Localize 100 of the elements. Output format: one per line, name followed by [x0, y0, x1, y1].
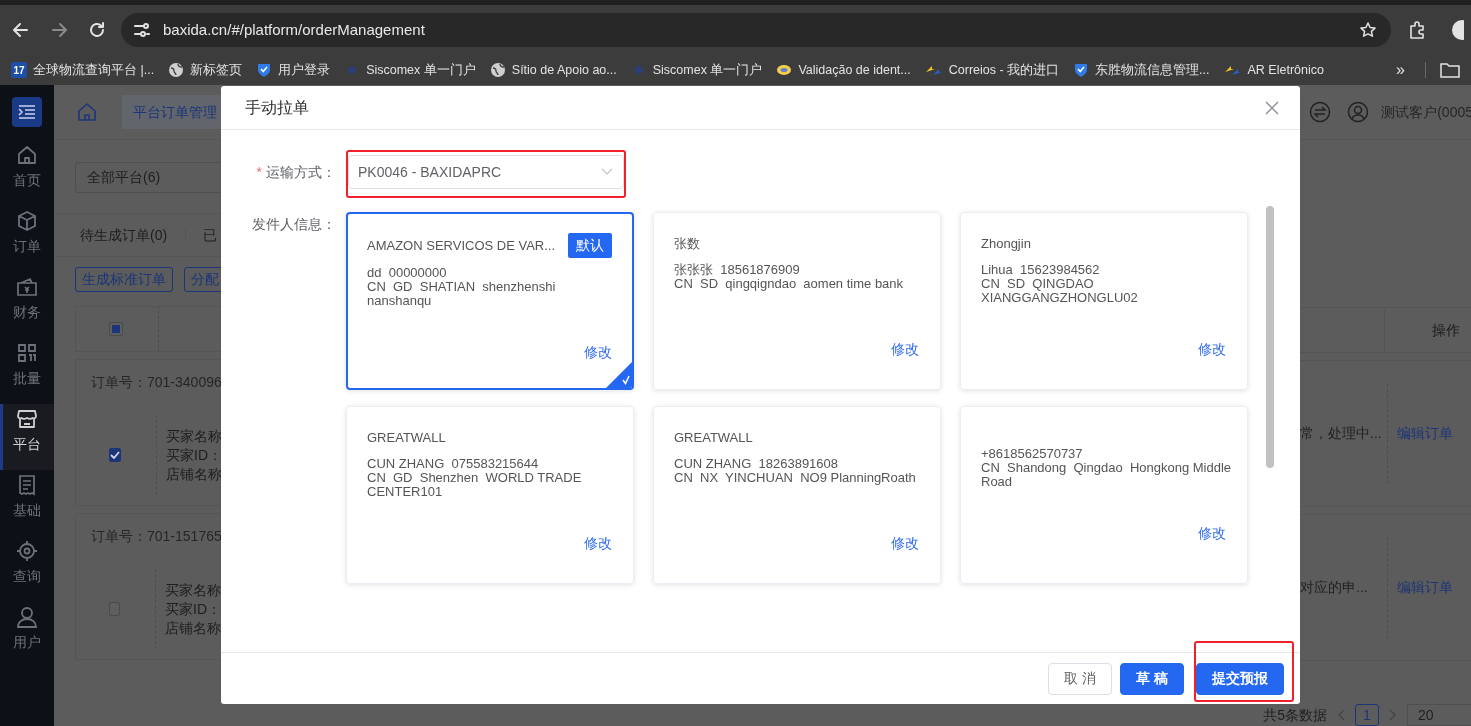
bookmark-label[interactable]: 用户登录 — [278, 60, 331, 80]
folder-icon[interactable] — [1439, 62, 1460, 78]
edit-link[interactable]: 修改 — [1198, 523, 1226, 544]
dialog-title: 手动拉单 — [245, 97, 309, 118]
sender-card[interactable]: Zhongjin Lihua 15623984562 CN SD QINGDAO XIANGGANGZHONGLU02 修改 — [960, 212, 1248, 390]
address-line: CN SD QINGDAO XIANGGANGZHONGLU02 — [981, 277, 1139, 305]
sender-name: GREATWALL — [367, 429, 446, 448]
edit-link[interactable]: 修改 — [891, 339, 919, 360]
buyer-field-label: 买家名称 — [166, 426, 222, 446]
sidebar-item[interactable]: 财务 — [0, 272, 54, 338]
address-line: CUN ZHANG 075583215644 — [367, 457, 540, 471]
address-line: CN GD SHATIAN shenzhenshi nanshanqu — [367, 280, 557, 308]
address-line: CN SD qingqigndao aomen time bank — [674, 277, 905, 291]
caret-icon — [601, 168, 613, 176]
sender-card[interactable]: AMAZON SERVICOS DE VAR... 默认 dd 00000000 CN GD SHATIAN shenzhenshi nanshanqu 修改 — [346, 212, 634, 390]
address-line: CN NX YINCHUAN NO9 PlanningRoath — [674, 471, 917, 485]
address-line: CUN ZHANG 18263891608 — [674, 457, 840, 471]
buyer-field-label: 店铺名称 — [165, 618, 221, 638]
profile-icon[interactable] — [1450, 19, 1464, 41]
bookmark-label[interactable]: Siscomex 单一门户 — [366, 60, 476, 80]
sender-card[interactable]: GREATWALL CUN ZHANG 18263891608 CN NX YINCHUAN NO9 PlanningRoath 修改 — [653, 406, 941, 584]
sidebar-item[interactable]: 查询 — [0, 536, 54, 602]
shipping-method-select[interactable]: PK0046 - BAXIDAPRC — [348, 155, 624, 189]
extensions-icon[interactable] — [1407, 20, 1427, 40]
site-icon: 17 — [11, 62, 27, 78]
bookmark-label[interactable]: Validação de ident... — [798, 60, 911, 80]
dialog-button[interactable]: 提交预报 — [1196, 662, 1284, 695]
bookmark-label[interactable]: 东胜物流信息管理... — [1095, 60, 1210, 80]
required-mark: * — [256, 164, 262, 180]
edit-link[interactable]: 修改 — [891, 533, 919, 554]
home-icon — [16, 144, 38, 166]
sender-name: AMAZON SERVICOS DE VAR... — [367, 236, 556, 255]
dialog-button[interactable]: 取 消 — [1048, 662, 1112, 695]
edit-link[interactable]: 修改 — [1198, 339, 1226, 360]
bookmark-label[interactable]: 全球物流查询平台 |... — [33, 60, 155, 80]
switch-icon[interactable] — [1309, 101, 1332, 123]
shield-icon — [256, 62, 273, 78]
grid-icon — [16, 342, 38, 364]
sender-name: GREATWALL — [674, 429, 753, 448]
bookmark-label[interactable]: 新标签页 — [190, 60, 243, 80]
globe-icon — [489, 62, 506, 78]
buyer-field-label: 店铺名称 — [166, 464, 222, 484]
shield-icon — [1073, 62, 1090, 78]
bookmark-label[interactable]: Sítio de Apoio ao... — [511, 60, 617, 80]
globe-icon — [168, 62, 185, 78]
sidebar-item[interactable]: 用户 — [0, 602, 54, 668]
address-line: 张张张 18561876909 — [674, 263, 801, 277]
order-status: 对应的申... — [1300, 578, 1369, 597]
scrollbar[interactable] — [1266, 206, 1274, 468]
sidebar-item[interactable]: 首页 — [0, 140, 54, 206]
target-icon — [16, 540, 38, 562]
check-icon — [110, 451, 120, 459]
bookmark-label[interactable]: Siscomex 单一门户 — [652, 60, 763, 80]
menu-toggle[interactable] — [12, 97, 42, 127]
wallet-icon — [16, 276, 38, 298]
sidebar-item[interactable]: 平台 — [0, 404, 54, 470]
field-label: 发件人信息： — [251, 215, 337, 234]
sender-name: Zhongjin — [981, 235, 1031, 254]
default-badge: 默认 — [568, 233, 612, 258]
sidebar-item[interactable]: 订单 — [0, 206, 54, 272]
bookmark-label[interactable]: AR Eletrônico — [1247, 60, 1324, 80]
buyer-field-label: 买家ID： — [166, 445, 222, 465]
back-icon[interactable] — [11, 20, 31, 40]
address-line: dd 00000000 — [367, 266, 448, 280]
sender-name: 张数 — [674, 235, 700, 254]
select-all-checkbox[interactable] — [109, 322, 123, 336]
sidebar-item[interactable]: 基础 — [0, 470, 54, 536]
field-label: 运输方式： — [266, 164, 336, 180]
buyer-field-label: 买家ID： — [165, 599, 221, 619]
menu-icon — [18, 105, 36, 119]
selected-corner-icon — [606, 362, 632, 388]
sender-card[interactable]: +8618562570737 CN Shandong Qingdao Hongkong Middle Road 修改 — [960, 406, 1248, 584]
total-count: 共5条数据 — [1263, 705, 1327, 725]
address-line: Lihua 15623984562 — [981, 263, 1101, 277]
order-checkbox[interactable] — [109, 448, 121, 462]
box-icon — [16, 210, 38, 232]
more-bookmarks-button[interactable]: » — [1395, 58, 1405, 82]
bookmark-label[interactable]: Correios - 我的进口 — [948, 60, 1060, 80]
forward-icon[interactable] — [49, 20, 69, 40]
user-icon — [16, 606, 38, 628]
address-line: CN GD Shenzhen WORLD TRADE CENTER101 — [367, 471, 583, 499]
address-line: +8618562570737 — [981, 447, 1084, 461]
address-line: CN Shandong Qingdao Hongkong Middle Road — [981, 461, 1233, 489]
reload-icon[interactable] — [87, 20, 107, 40]
receipt-icon — [16, 474, 38, 496]
sender-card[interactable]: 张数 张张张 18561876909 CN SD qingqigndao aomen time bank 修改 — [653, 212, 941, 390]
buyer-field-label: 买家名称 — [165, 580, 221, 600]
close-icon[interactable] — [1265, 100, 1279, 115]
edit-link[interactable]: 修改 — [584, 533, 612, 554]
sender-card[interactable]: GREATWALL CUN ZHANG 075583215644 CN GD Shenzhen WORLD TRADE CENTER101 修改 — [346, 406, 634, 584]
user-icon[interactable] — [1347, 101, 1370, 123]
dialog-button[interactable]: 草 稿 — [1120, 662, 1184, 695]
star-icon[interactable] — [1359, 21, 1377, 39]
edit-link[interactable]: 修改 — [584, 342, 612, 363]
sidebar-item[interactable]: 批量 — [0, 338, 54, 404]
site-info-icon — [133, 21, 151, 39]
home-icon[interactable] — [77, 102, 97, 122]
address-bar[interactable]: baxida.cn/#/platform/orderManagement — [121, 13, 1391, 47]
store-icon — [16, 408, 38, 430]
coin-icon — [776, 62, 793, 78]
